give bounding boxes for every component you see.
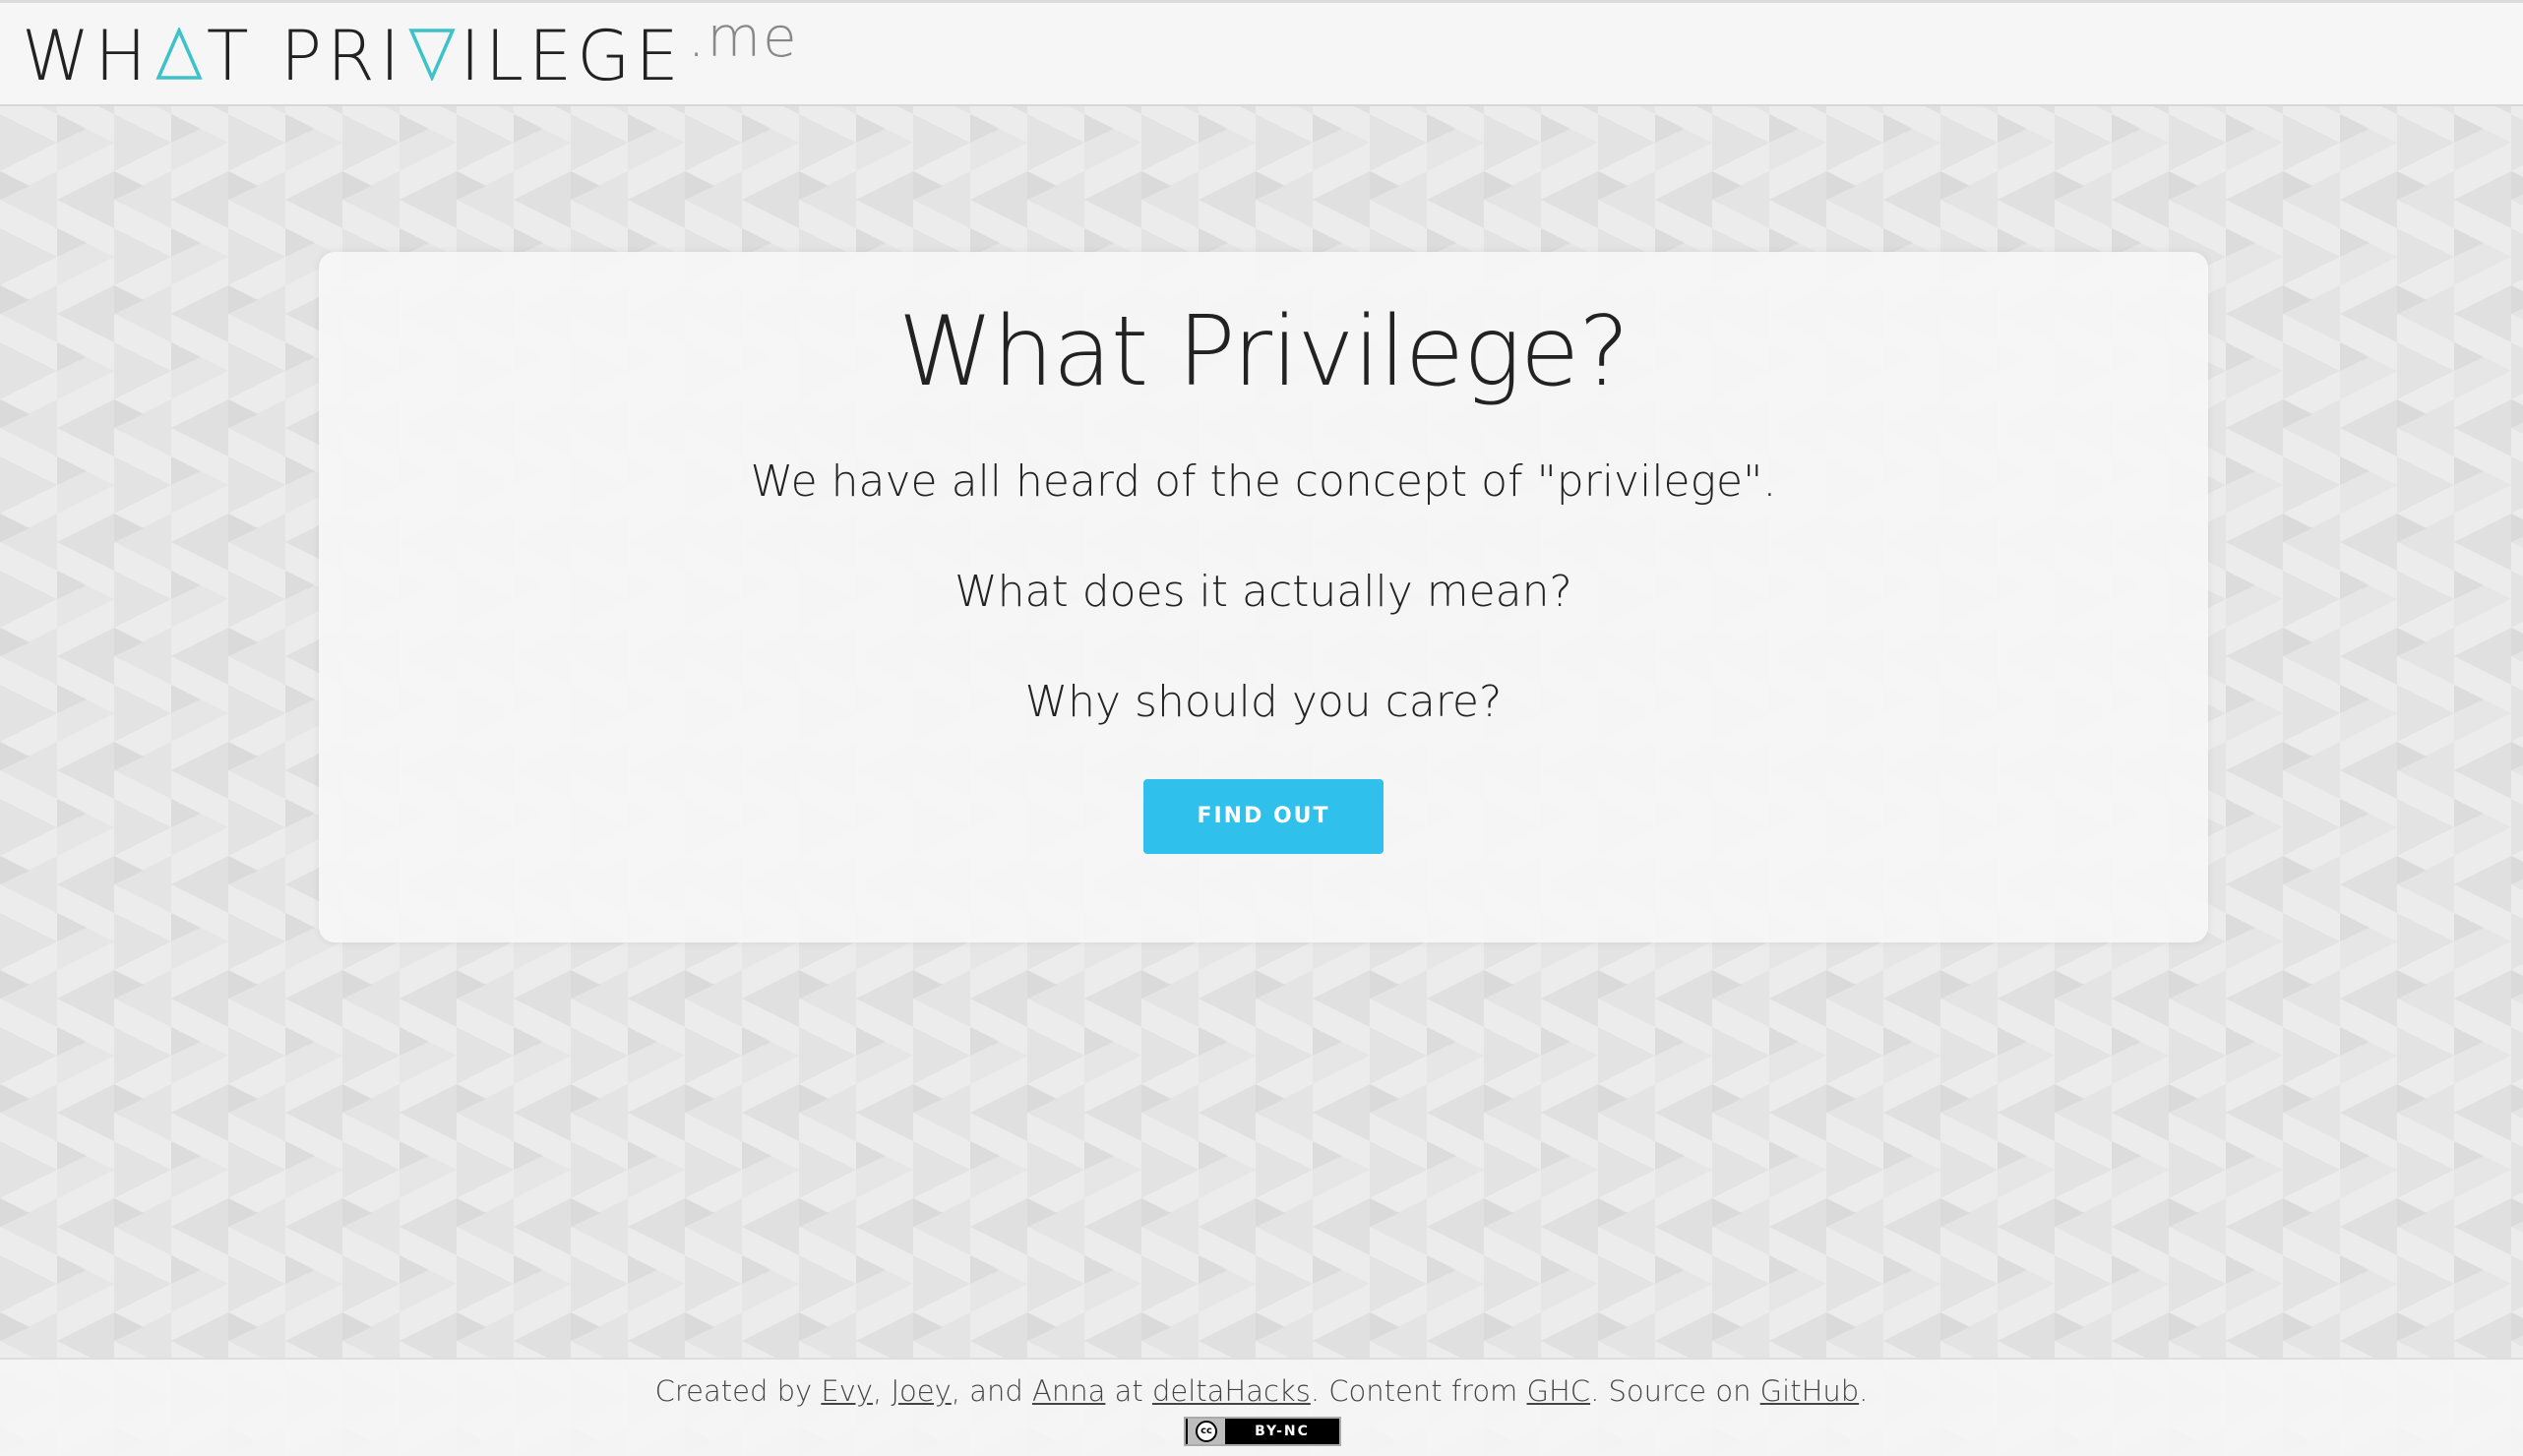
hero-title: What Privilege? [897, 296, 1630, 408]
site-logo[interactable]: WH T PRI ILEGE .me [22, 11, 799, 96]
credits-content-from: . Content from [1310, 1374, 1527, 1408]
hero-line-1: We have all heard of the concept of "pri… [750, 456, 1777, 507]
deltahacks-link[interactable]: deltaHacks [1152, 1374, 1311, 1408]
credits-sep-1: , [873, 1374, 892, 1408]
cc-icon-label: cc [1196, 1421, 1217, 1442]
credits-at: at [1105, 1374, 1152, 1408]
credits-sep-2: , and [951, 1374, 1032, 1408]
license-badge-text: BY-NC [1255, 1424, 1310, 1439]
find-out-button[interactable]: FIND OUT [1143, 779, 1384, 854]
author-link-joey[interactable]: Joey [891, 1374, 951, 1408]
top-navbar: WH T PRI ILEGE .me [0, 0, 2523, 106]
logo-text-part3: ILEGE [460, 16, 684, 96]
logo-text-part2: T PRI [206, 16, 405, 96]
ghc-link[interactable]: GHC [1527, 1374, 1591, 1408]
credits-end: . [1859, 1374, 1869, 1408]
logo-text-part1: WH [22, 16, 152, 96]
credits-source-on: . Source on [1590, 1374, 1760, 1408]
hero-card: What Privilege? We have all heard of the… [319, 252, 2208, 942]
footer-credits: Created by Evy, Joey, and Anna at deltaH… [0, 1367, 2523, 1415]
author-link-evy[interactable]: Evy [821, 1374, 873, 1408]
hero-line-3: Why should you care? [1024, 677, 1503, 727]
hero-line-2: What does it actually mean? [954, 567, 1572, 617]
credits-created-by: Created by [654, 1374, 822, 1408]
logo-wordmark: WH T PRI ILEGE [22, 17, 684, 95]
logo-triangle-up-icon [155, 28, 203, 80]
logo-tld: .me [687, 6, 799, 70]
license-badge[interactable]: cc BY-NC [1184, 1417, 1341, 1446]
page-footer: Created by Evy, Joey, and Anna at deltaH… [0, 1358, 2523, 1456]
cc-icon: cc [1188, 1419, 1225, 1444]
logo-triangle-down-icon [408, 29, 457, 81]
github-link[interactable]: GitHub [1760, 1374, 1860, 1408]
author-link-anna[interactable]: Anna [1032, 1374, 1105, 1408]
